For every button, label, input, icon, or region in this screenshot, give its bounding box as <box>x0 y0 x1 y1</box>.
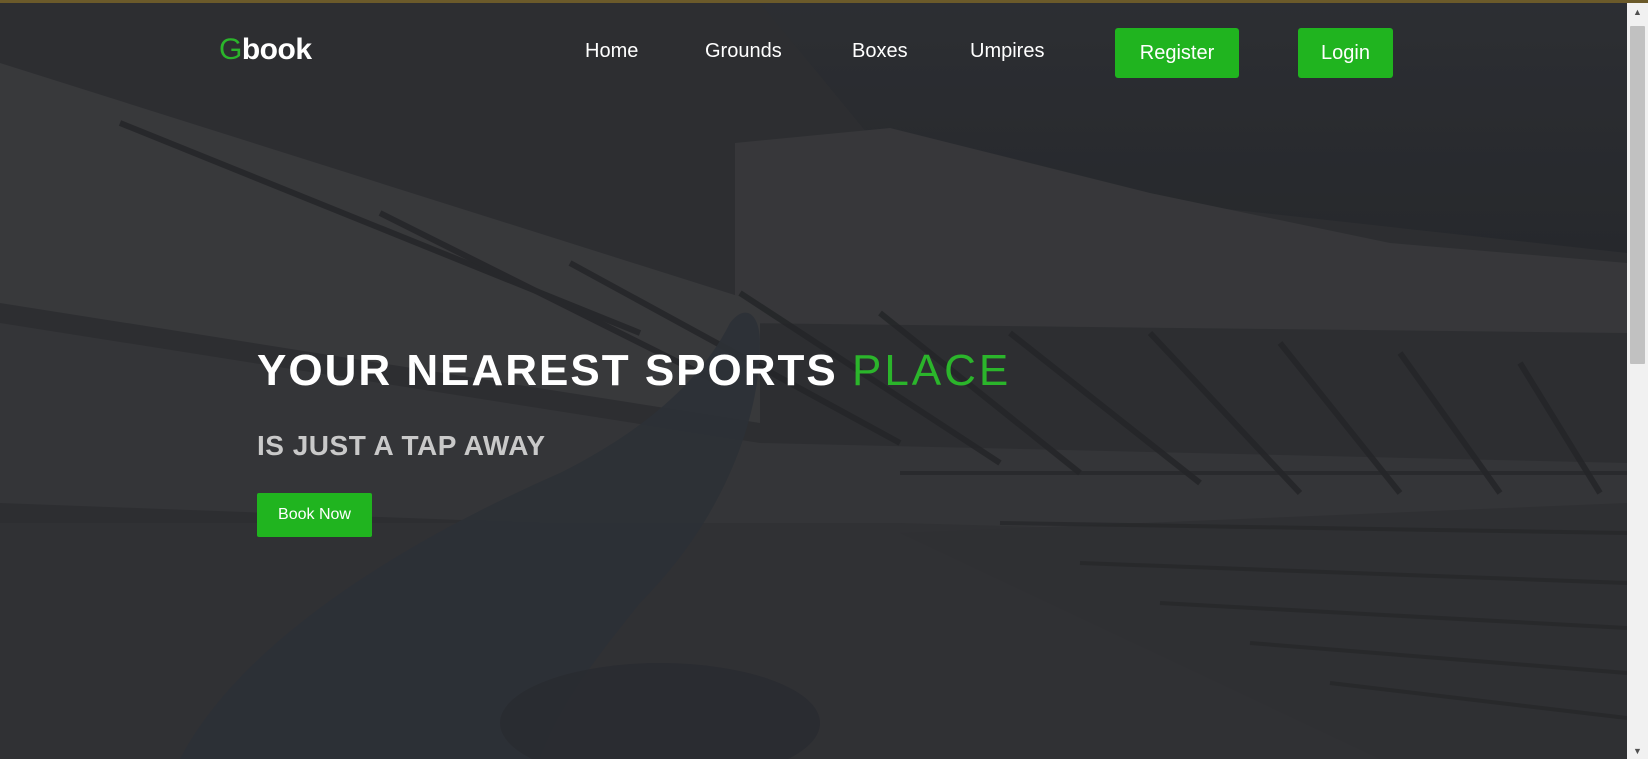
login-button[interactable]: Login <box>1298 28 1393 78</box>
gbook-logo[interactable]: Gbook <box>219 33 312 67</box>
scrollbar-thumb[interactable] <box>1630 26 1645 364</box>
vertical-scrollbar[interactable]: ▲ ▼ <box>1627 3 1648 759</box>
nav-link-grounds[interactable]: Grounds <box>705 40 782 63</box>
nav-link-home[interactable]: Home <box>585 40 638 63</box>
nav-link-umpires[interactable]: Umpires <box>970 40 1044 63</box>
book-now-button[interactable]: Book Now <box>257 493 372 537</box>
triangle-down-icon[interactable]: ▼ <box>1627 742 1648 759</box>
hero-headline-accent: PLACE <box>851 346 1012 395</box>
register-button[interactable]: Register <box>1115 28 1239 78</box>
logo-text: book <box>241 33 312 66</box>
nav-link-boxes[interactable]: Boxes <box>852 40 908 63</box>
hero-section: Gbook Home Grounds Boxes Umpires Registe… <box>0 3 1627 759</box>
hero-subheadline: IS JUST A TAP AWAY <box>257 430 546 461</box>
logo-initial: G <box>219 33 242 66</box>
top-navigation: Gbook Home Grounds Boxes Umpires Registe… <box>0 3 1627 103</box>
triangle-up-icon[interactable]: ▲ <box>1627 3 1648 20</box>
hero-headline: YOUR NEAREST SPORTS PLACE <box>257 346 1011 396</box>
hero-headline-main: YOUR NEAREST SPORTS <box>257 346 852 395</box>
